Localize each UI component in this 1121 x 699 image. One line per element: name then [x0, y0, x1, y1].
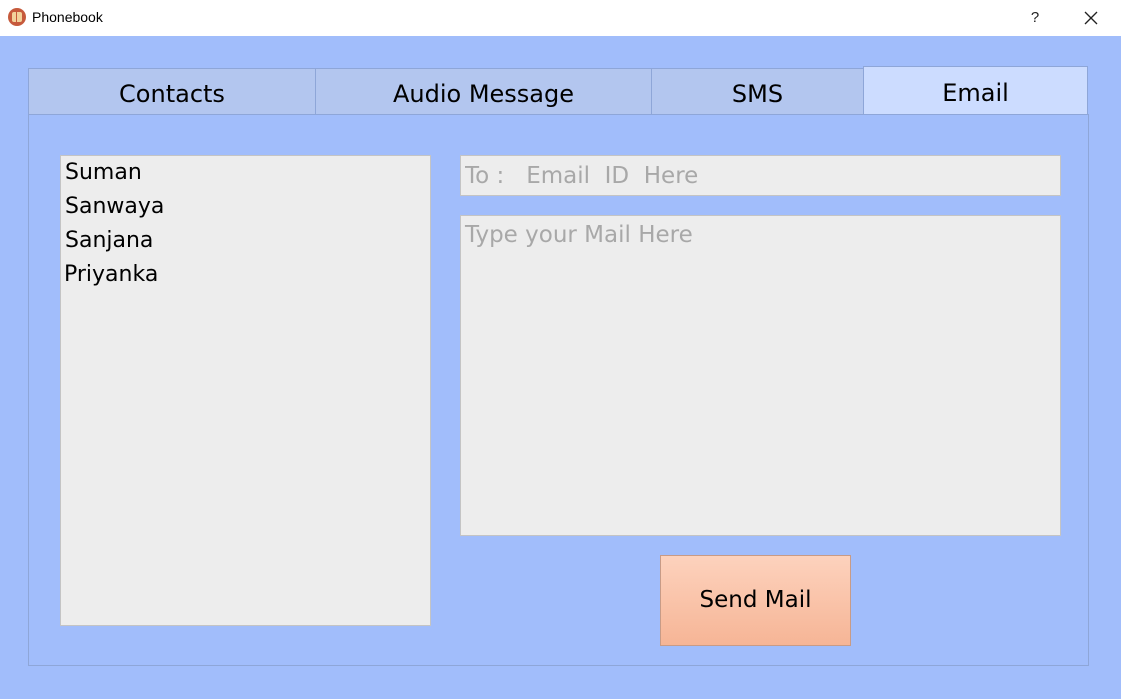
email-to-input[interactable] [460, 155, 1061, 196]
help-button[interactable]: ? [1024, 0, 1046, 36]
tab-contacts[interactable]: Contacts [28, 68, 316, 114]
window-title: Phonebook [32, 9, 103, 25]
tab-sms[interactable]: SMS [651, 68, 864, 114]
close-icon [1084, 11, 1098, 25]
phonebook-icon [8, 8, 26, 26]
list-item[interactable]: Priyanka [64, 262, 158, 287]
contact-list[interactable]: Suman Sanwaya Sanjana Priyanka [60, 155, 431, 626]
tab-email[interactable]: Email [863, 66, 1088, 115]
close-button[interactable] [1071, 0, 1111, 36]
list-item[interactable]: Suman [65, 160, 142, 185]
send-mail-button[interactable]: Send Mail [660, 555, 851, 646]
list-item[interactable]: Sanjana [65, 228, 153, 253]
list-item[interactable]: Sanwaya [65, 194, 164, 219]
tab-audio-message[interactable]: Audio Message [315, 68, 652, 114]
title-bar: Phonebook ? [0, 0, 1121, 36]
mail-body-input[interactable] [460, 215, 1061, 536]
